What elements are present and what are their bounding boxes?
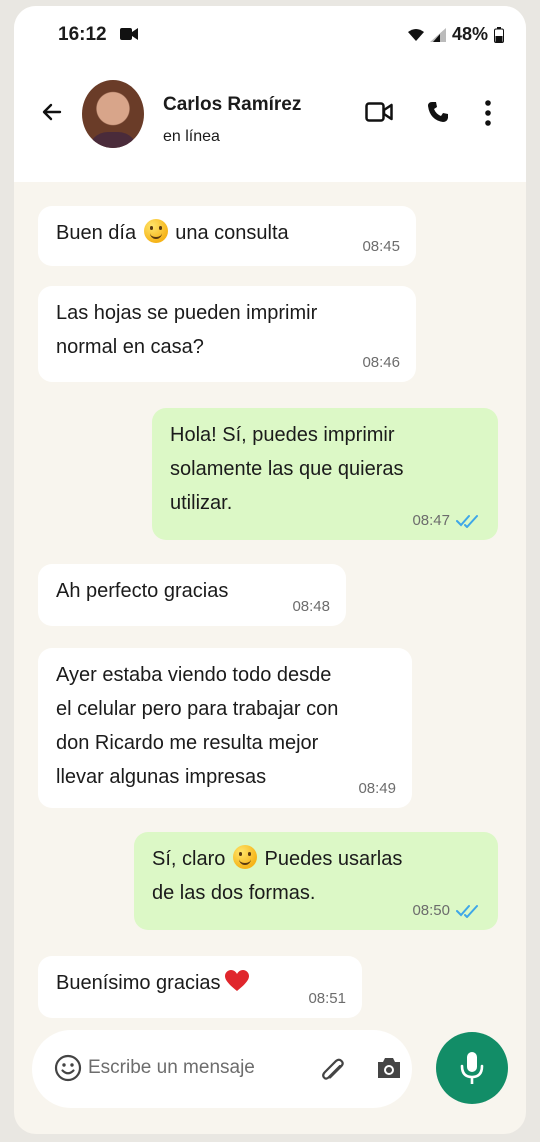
chat-header: Carlos Ramírez en línea [14, 60, 526, 182]
message-time: 08:46 [362, 354, 400, 371]
message-time: 08:48 [292, 598, 330, 615]
read-receipt-icon [456, 515, 478, 528]
message-time: 08:45 [362, 238, 400, 255]
message-text: normal en casa? [56, 336, 204, 358]
message-text: Sí, claro [152, 848, 226, 870]
message-text: Ayer estaba viendo todo desde [56, 664, 332, 686]
message-bubble[interactable]: Hola! Sí, puedes imprimir solamente las … [152, 408, 498, 540]
message-bubble[interactable]: Sí, claro Puedes usarlas de las dos form… [134, 832, 498, 930]
contact-name[interactable]: Carlos Ramírez [163, 94, 301, 116]
message-text: Puedes usarlas [264, 848, 403, 870]
message-text: Hola! Sí, puedes imprimir [170, 424, 395, 446]
message-bubble[interactable]: Ah perfecto gracias 08:48 [38, 564, 346, 626]
message-time: 08:47 [412, 512, 450, 529]
message-list: Buen día una consulta 08:45 Las hojas se… [14, 182, 526, 1032]
message-composer[interactable]: Escribe un mensaje [32, 1030, 412, 1108]
phone-icon[interactable] [426, 100, 450, 124]
message-text: Buen día [56, 222, 137, 244]
smiling-emoji-icon [232, 845, 257, 869]
camera-icon[interactable] [376, 1056, 402, 1080]
message-bubble[interactable]: Buenísimo gracias 08:51 [38, 956, 362, 1018]
status-right: 48% [407, 24, 504, 45]
message-text: Las hojas se pueden imprimir [56, 302, 318, 324]
signal-icon [429, 27, 446, 42]
message-text: llevar algunas impresas [56, 766, 267, 788]
mic-button[interactable] [436, 1032, 508, 1104]
message-bubble[interactable]: Las hojas se pueden imprimir normal en c… [38, 286, 416, 382]
avatar[interactable] [82, 80, 144, 148]
mic-icon [460, 1052, 484, 1084]
message-bubble[interactable]: Buen día una consulta 08:45 [38, 206, 416, 266]
emoji-icon[interactable] [54, 1054, 82, 1082]
message-input[interactable]: Escribe un mensaje [88, 1057, 255, 1079]
attach-icon[interactable] [317, 1054, 345, 1082]
message-text: Ah perfecto gracias [56, 580, 229, 602]
heart-emoji-icon [224, 970, 249, 991]
message-text: una consulta [175, 222, 289, 244]
back-arrow-icon[interactable] [40, 100, 64, 124]
recording-icon [120, 28, 138, 40]
more-options-icon[interactable] [485, 100, 491, 126]
message-text: Buenísimo gracias [56, 972, 221, 994]
smiling-emoji-icon [143, 219, 168, 243]
battery-level: 48% [451, 24, 488, 44]
message-text: el celular pero para trabajar con [56, 698, 339, 720]
message-time: 08:49 [358, 780, 396, 797]
message-time: 08:50 [412, 902, 450, 919]
contact-status: en línea [163, 128, 220, 145]
read-receipt-icon [456, 905, 478, 918]
message-text: solamente las que quieras [170, 458, 404, 480]
phone-screen: 16:12 48% Carlos Ramírez en línea Buen d… [14, 6, 526, 1134]
battery-icon [494, 26, 504, 43]
wifi-icon [407, 28, 424, 41]
message-time: 08:51 [308, 990, 346, 1007]
message-text: don Ricardo me resulta mejor [56, 732, 319, 754]
message-bubble[interactable]: Ayer estaba viendo todo desde el celular… [38, 648, 412, 808]
status-bar: 16:12 48% [14, 6, 526, 60]
video-call-icon[interactable] [365, 102, 393, 122]
status-time: 16:12 [58, 24, 107, 45]
